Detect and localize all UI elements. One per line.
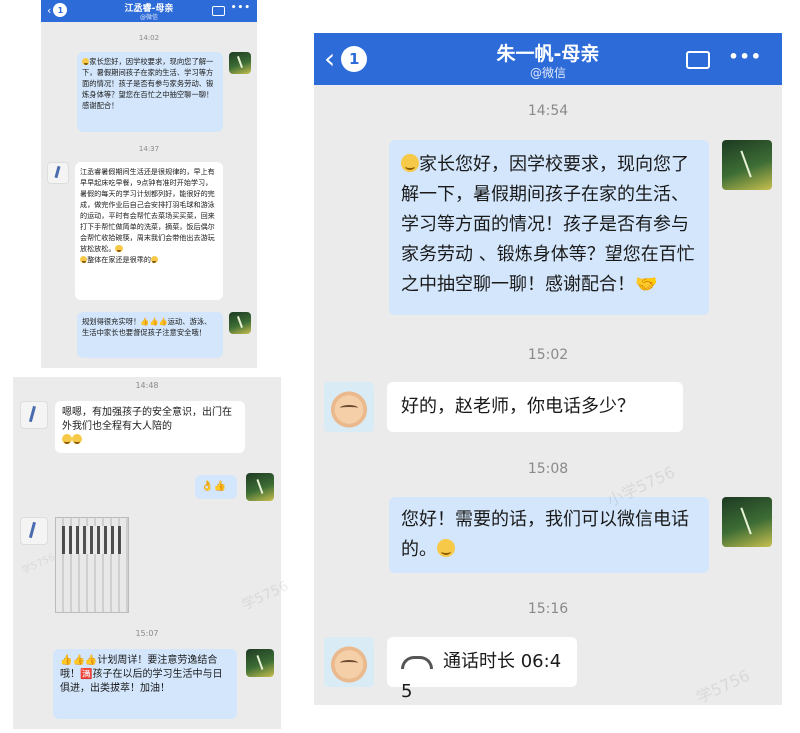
chat-subtitle: @微信 bbox=[529, 66, 566, 80]
timestamp: 14:37 bbox=[138, 145, 160, 153]
smile-emoji-icon bbox=[62, 434, 72, 445]
avatar[interactable] bbox=[20, 517, 48, 545]
timestamp: 14:48 bbox=[135, 381, 159, 390]
message-bubble-sent: 家长您好，因学校要求，现向您了解一下，暑假期间孩子在家的生活、学习等方面的情况！… bbox=[389, 140, 709, 315]
message-text: 整体在家还是很乖的 bbox=[87, 255, 151, 264]
chat-header: ‹ 1 江丞睿-母亲 @微信 ••• bbox=[41, 0, 257, 22]
message-bubble-received: 嗯嗯，有加强孩子的安全意识，出门在外我们也全程有大人陪的 bbox=[55, 401, 245, 453]
chat-header: ‹ 1 朱一帆-母亲 @微信 ••• bbox=[314, 33, 782, 85]
smile-emoji-icon bbox=[115, 244, 123, 253]
shared-photo[interactable] bbox=[55, 517, 129, 613]
avatar[interactable] bbox=[722, 140, 772, 190]
message-bubble-received: 好的，赵老师，你电话多少？ bbox=[387, 382, 683, 432]
video-call-icon[interactable] bbox=[686, 51, 710, 69]
more-options-icon[interactable]: ••• bbox=[728, 47, 762, 66]
avatar[interactable] bbox=[229, 312, 251, 334]
timestamp: 15:16 bbox=[527, 601, 569, 617]
smile-emoji-icon bbox=[72, 434, 82, 445]
smile-emoji-icon bbox=[150, 255, 159, 264]
video-call-icon[interactable] bbox=[212, 6, 225, 16]
timestamp: 14:02 bbox=[138, 34, 160, 42]
message-text: 规划得很充实呀！👍👍👍运动、游泳、生活中家长也要督促孩子注意安全哦！ bbox=[82, 317, 212, 337]
avatar[interactable] bbox=[722, 497, 772, 547]
more-options-icon[interactable]: ••• bbox=[231, 3, 251, 13]
message-text: 家长您好，因学校要求，现向您了解一下，暑假期间孩子在家的生活、学习等方面的情况！… bbox=[82, 57, 214, 110]
message-text: 👌👍 bbox=[201, 481, 226, 492]
smile-emoji-icon bbox=[437, 539, 455, 558]
message-bubble-received: 江丞睿暑假期间生活还是很规律的，早上有早早起床吃早餐，9点钟有准时开始学习，暑假… bbox=[75, 162, 223, 300]
voice-call-record[interactable]: 通话时长 06:45 bbox=[387, 637, 577, 702]
message-bubble-sent: 家长您好，因学校要求，现向您了解一下，暑假期间孩子在家的生活、学习等方面的情况！… bbox=[77, 52, 223, 132]
avatar[interactable] bbox=[324, 637, 374, 687]
avatar[interactable] bbox=[246, 473, 274, 501]
message-bubble-sent: 👍👍👍计划周详！要注意劳逸结合哦！🈵孩子在以后的学习生活中与日俱进，出类拔萃！加… bbox=[53, 649, 237, 719]
avatar[interactable] bbox=[229, 52, 251, 74]
phone-icon bbox=[401, 655, 433, 669]
message-bubble-sent: 规划得很充实呀！👍👍👍运动、游泳、生活中家长也要督促孩子注意安全哦！ bbox=[77, 312, 223, 358]
timestamp: 14:54 bbox=[527, 103, 569, 119]
avatar[interactable] bbox=[20, 401, 48, 429]
handshake-emoji-icon: 🤝 bbox=[635, 274, 658, 295]
message-bubble-sent: 您好！需要的话，我们可以微信电话的。 bbox=[389, 497, 709, 573]
watermark: 学5756 bbox=[693, 665, 753, 705]
avatar[interactable] bbox=[47, 162, 69, 184]
chat-title: 朱一帆-母亲 bbox=[496, 43, 600, 65]
smile-emoji-icon bbox=[401, 154, 419, 173]
message-text: 好的，赵老师，你电话多少？ bbox=[401, 396, 635, 417]
avatar[interactable] bbox=[246, 649, 274, 677]
message-text: 👍👍👍计划周详！要注意劳逸结合哦！🈵孩子在以后的学习生活中与日俱进，出类拔萃！加… bbox=[60, 655, 223, 694]
message-text: 嗯嗯，有加强孩子的安全意识，出门在外我们也全程有大人陪的 bbox=[62, 407, 232, 432]
avatar[interactable] bbox=[324, 382, 374, 432]
smile-emoji-icon bbox=[80, 255, 88, 264]
timestamp: 15:07 bbox=[135, 629, 159, 638]
left-top-chat-panel: ‹ 1 江丞睿-母亲 @微信 ••• 14:02 家长您好，因学校要求，现向您了… bbox=[41, 0, 257, 368]
timestamp: 15:02 bbox=[527, 347, 569, 363]
right-chat-panel: ‹ 1 朱一帆-母亲 @微信 ••• 14:54 家长您好，因学校要求，现向您了… bbox=[314, 33, 782, 705]
timestamp: 15:08 bbox=[527, 461, 569, 477]
message-text: 江丞睿暑假期间生活还是很规律的，早上有早早起床吃早餐，9点钟有准时开始学习，暑假… bbox=[80, 167, 215, 253]
message-bubble-sent: 👌👍 bbox=[195, 475, 237, 499]
